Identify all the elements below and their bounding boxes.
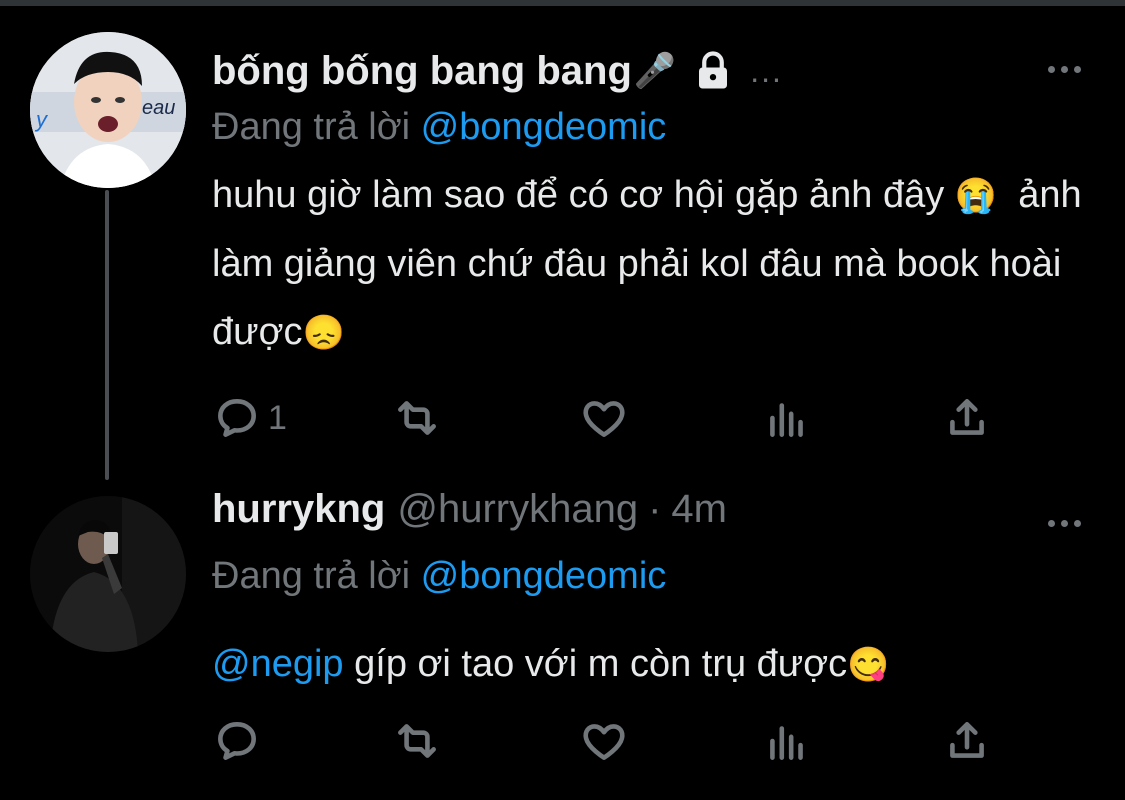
display-name[interactable]: bống bống bang bang [212, 49, 632, 93]
svg-text:y: y [34, 107, 49, 132]
replying-to-mention[interactable]: @bongdeomic [421, 106, 667, 148]
tweet-mention[interactable]: @negip [212, 643, 344, 685]
tweet-text: huhu giờ làm sao để có cơ hội gặp ảnh đâ… [212, 161, 1092, 367]
lock-icon [692, 50, 734, 92]
microphone-emoji: 🎤 [633, 52, 677, 90]
retweet-icon [398, 724, 436, 758]
retweet-button[interactable] [392, 393, 442, 443]
tweet-hurrykng[interactable]: hurrykng @hurrykhang · 4m Đang trả lời @… [0, 487, 1125, 796]
replying-to: Đang trả lời @bongdeomic [212, 554, 666, 598]
display-name[interactable]: hurrykng [212, 487, 385, 531]
share-button[interactable] [942, 716, 992, 766]
retweet-button[interactable] [392, 716, 442, 766]
tweet-text-part-1: huhu giờ làm sao để có cơ hội gặp ảnh đâ… [212, 174, 945, 216]
username-handle[interactable]: @hurrykhang [397, 487, 638, 531]
like-button[interactable] [579, 393, 629, 443]
disappointed-emoji: 😞 [302, 314, 345, 352]
tweet-header: bống bống bang bang 🎤 ... [212, 49, 783, 93]
more-icon[interactable] [1048, 520, 1081, 527]
like-icon [583, 724, 625, 760]
action-bar: 1 [212, 393, 1002, 449]
share-icon [950, 399, 984, 435]
tweet-header: hurrykng @hurrykhang · 4m [212, 487, 727, 531]
tweet-text-body: gíp ơi tao với m còn trụ được [354, 643, 848, 685]
truncation-ellipsis: ... [750, 53, 783, 89]
crying-emoji: 😭 [954, 177, 998, 215]
timestamp[interactable]: 4m [671, 487, 727, 531]
analytics-icon [770, 726, 803, 760]
tweet-text: @negip gíp ơi tao với m còn trụ được😋 [212, 630, 1092, 699]
share-button[interactable] [942, 393, 992, 443]
replying-to: Đang trả lời @bongdeomic [212, 105, 666, 149]
tweet-bongbong[interactable]: y eau bống bống bang bang 🎤 ... Đang trả… [0, 8, 1125, 478]
reply-button[interactable]: 1 [212, 393, 287, 443]
reply-icon [218, 399, 256, 437]
replying-to-label: Đang trả lời [212, 106, 411, 148]
reply-icon [218, 722, 256, 760]
replying-to-mention[interactable]: @bongdeomic [421, 555, 667, 597]
like-button[interactable] [579, 716, 629, 766]
header-separator: · [648, 487, 662, 531]
reply-count: 1 [268, 398, 287, 437]
retweet-icon [398, 401, 436, 435]
analytics-icon [770, 403, 803, 437]
reply-button[interactable] [212, 716, 262, 766]
like-icon [583, 401, 625, 437]
replying-to-label: Đang trả lời [212, 555, 411, 597]
analytics-button[interactable] [762, 716, 812, 766]
svg-text:eau: eau [142, 97, 175, 119]
avatar[interactable] [30, 496, 186, 652]
avatar[interactable]: y eau [30, 32, 186, 188]
share-icon [950, 722, 984, 758]
yum-emoji: 😋 [847, 646, 890, 684]
action-bar [212, 716, 1002, 772]
analytics-button[interactable] [762, 393, 812, 443]
top-divider [0, 0, 1125, 6]
more-icon[interactable] [1048, 66, 1081, 73]
